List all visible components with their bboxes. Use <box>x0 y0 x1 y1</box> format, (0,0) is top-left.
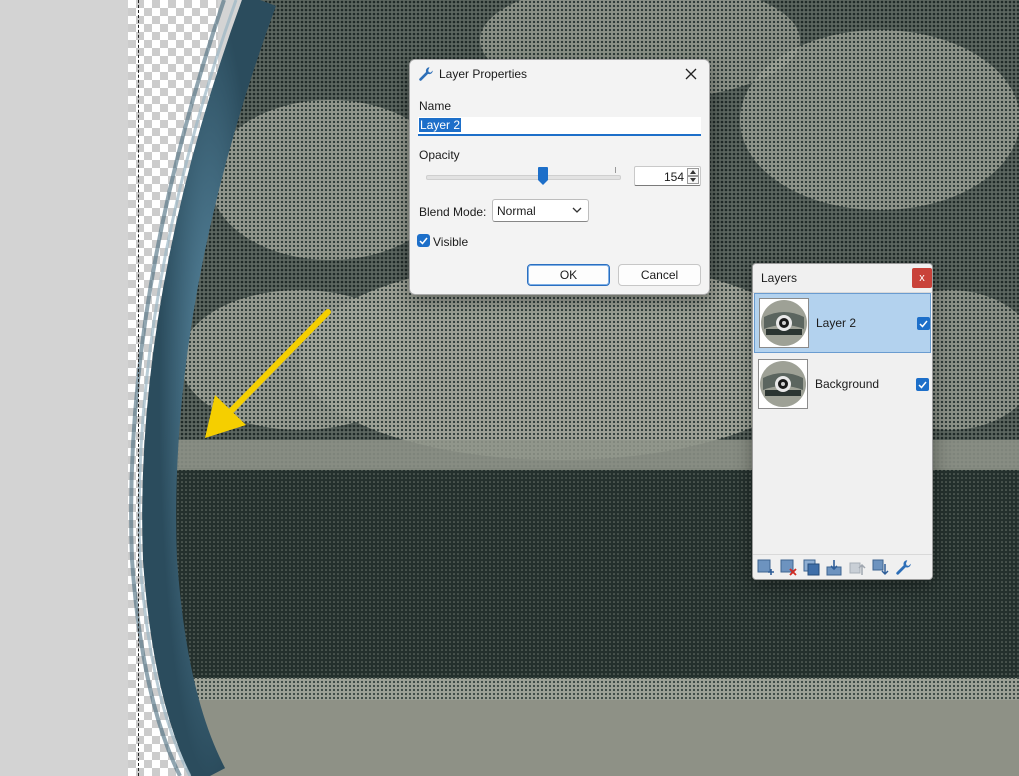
delete-layer-icon[interactable] <box>780 559 797 576</box>
properties-wrench-icon[interactable] <box>895 559 912 576</box>
layers-panel: Layers x Layer 2 Background <box>752 263 933 580</box>
blend-mode-value: Normal <box>497 204 536 218</box>
triangle-down-icon <box>690 178 696 182</box>
layer-thumbnail <box>758 359 808 409</box>
name-label: Name <box>419 99 452 113</box>
layer-name: Background <box>815 377 880 391</box>
layer-visibility-checkbox[interactable] <box>916 378 929 391</box>
ok-button[interactable]: OK <box>527 264 610 286</box>
layer-name: Layer 2 <box>816 316 857 330</box>
visible-label[interactable]: Visible <box>433 235 468 249</box>
slider-tick-mark <box>615 167 616 173</box>
layer-visibility-checkbox[interactable] <box>917 317 930 330</box>
wrench-icon <box>419 67 433 81</box>
layers-close-label: x <box>919 272 925 284</box>
layer-row-background[interactable]: Background <box>754 355 931 415</box>
opacity-slider-thumb[interactable] <box>537 167 548 185</box>
opacity-slider-track[interactable] <box>426 175 621 180</box>
dialog-titlebar[interactable]: Layer Properties <box>410 60 709 88</box>
move-down-icon[interactable] <box>872 559 889 576</box>
checkmark-icon <box>919 320 928 328</box>
dialog-title: Layer Properties <box>439 67 528 81</box>
checkmark-icon <box>419 237 428 245</box>
chevron-down-icon <box>572 207 582 213</box>
layer-properties-dialog: Layer Properties Name Layer 2 Opacity 15… <box>409 59 710 295</box>
spin-up-button[interactable] <box>687 168 699 176</box>
ok-button-label: OK <box>559 268 578 282</box>
merge-down-icon[interactable] <box>826 559 843 576</box>
layer-row-layer-2[interactable]: Layer 2 <box>754 293 931 353</box>
layer-thumbnail <box>759 298 809 348</box>
duplicate-layer-icon[interactable] <box>803 559 820 576</box>
close-button[interactable] <box>679 63 703 85</box>
disc-thumbnail-image <box>760 299 808 347</box>
layer-name-selected-text: Layer 2 <box>419 118 462 132</box>
spin-down-button[interactable] <box>687 176 699 184</box>
cancel-button[interactable]: Cancel <box>618 264 701 286</box>
opacity-spinbox[interactable]: 154 <box>634 166 701 186</box>
layers-title: Layers <box>761 271 798 285</box>
layers-close-button[interactable]: x <box>912 268 932 288</box>
disc-thumbnail-image <box>759 360 807 408</box>
add-layer-icon[interactable] <box>757 559 774 576</box>
layers-toolbar <box>753 554 932 579</box>
move-up-icon[interactable] <box>849 559 866 576</box>
cancel-button-label: Cancel <box>640 268 679 282</box>
blend-mode-select[interactable]: Normal <box>492 199 589 222</box>
layer-name-input[interactable]: Layer 2 <box>418 117 701 136</box>
close-icon <box>685 68 697 80</box>
layers-titlebar[interactable]: Layers x <box>753 264 932 293</box>
triangle-up-icon <box>690 170 696 174</box>
checkmark-icon <box>918 381 927 389</box>
editor-canvas-area[interactable]: Layer Properties Name Layer 2 Opacity 15… <box>0 0 1019 776</box>
opacity-label: Opacity <box>419 148 460 162</box>
opacity-value: 154 <box>663 170 684 184</box>
visible-checkbox[interactable] <box>417 234 430 247</box>
blend-mode-label: Blend Mode: <box>419 205 487 219</box>
